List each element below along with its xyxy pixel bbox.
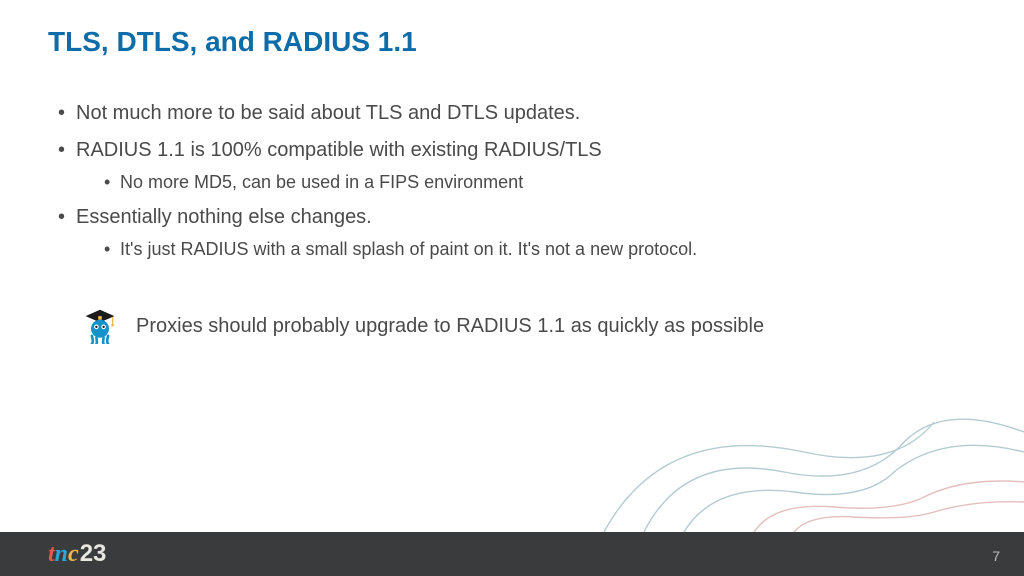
callout-text: Proxies should probably upgrade to RADIU…	[136, 315, 764, 338]
bullet-text: Essentially nothing else changes.	[76, 206, 372, 228]
sub-bullet-item: It's just RADIUS with a small splash of …	[104, 237, 976, 261]
footer-bar: tnc23 7	[0, 532, 1024, 576]
logo-letter: t	[48, 541, 55, 567]
callout-row: Proxies should probably upgrade to RADIU…	[82, 308, 764, 344]
logo-year: 23	[80, 540, 107, 567]
slide-content: Not much more to be said about TLS and D…	[58, 100, 976, 272]
logo-letter: n	[55, 541, 68, 567]
bullet-text: RADIUS 1.1 is 100% compatible with exist…	[76, 139, 602, 161]
bullet-text: Not much more to be said about TLS and D…	[76, 102, 580, 124]
decorative-contours-icon	[584, 412, 1024, 532]
bullet-item: RADIUS 1.1 is 100% compatible with exist…	[58, 137, 976, 194]
bullet-item: Not much more to be said about TLS and D…	[58, 100, 976, 127]
slide-title: TLS, DTLS, and RADIUS 1.1	[48, 26, 417, 58]
sub-bullet-text: It's just RADIUS with a small splash of …	[120, 239, 697, 259]
page-number: 7	[992, 548, 1000, 564]
bullet-item: Essentially nothing else changes. It's j…	[58, 204, 976, 261]
event-logo: tnc23	[48, 540, 106, 568]
sub-bullet-item: No more MD5, can be used in a FIPS envir…	[104, 170, 976, 194]
sub-bullet-text: No more MD5, can be used in a FIPS envir…	[120, 172, 523, 192]
mascot-grad-icon	[82, 308, 118, 344]
slide: TLS, DTLS, and RADIUS 1.1 Not much more …	[0, 0, 1024, 576]
logo-letter: c	[68, 541, 79, 567]
